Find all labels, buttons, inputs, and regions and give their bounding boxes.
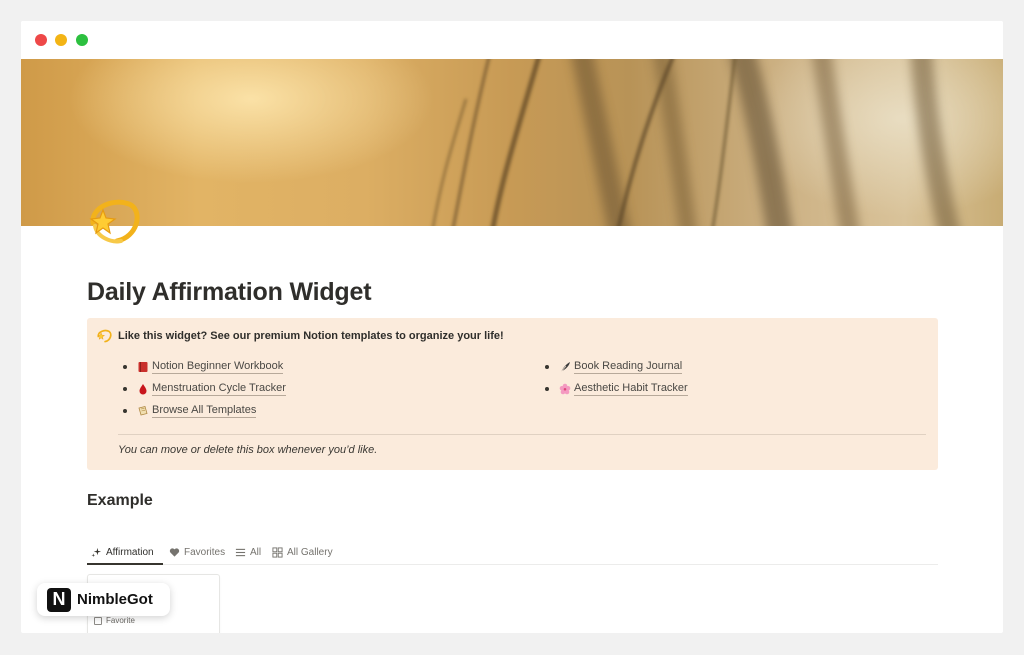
list-icon: [235, 548, 246, 556]
dizzy-star-icon: [97, 329, 112, 343]
tab-favorites[interactable]: Favorites: [169, 545, 225, 559]
favorite-checkbox[interactable]: [94, 616, 102, 625]
tab-label: All: [250, 546, 262, 558]
sparkles-icon: [91, 547, 102, 557]
link-browse-all-templates[interactable]: Browse All Templates: [123, 404, 257, 418]
link-notion-beginner-workbook[interactable]: Notion Beginner Workbook: [123, 360, 284, 374]
nimblegot-logo: N: [47, 587, 71, 612]
tab-label: Affirmation: [106, 546, 154, 558]
red-book-icon: [138, 362, 148, 372]
tab-all-gallery[interactable]: All Gallery: [272, 545, 333, 559]
scroll-icon: [138, 406, 148, 416]
tab-all[interactable]: All: [235, 545, 261, 559]
active-tab-indicator: [87, 563, 163, 565]
notion-window: Daily Affirmation Widget Like this widge…: [21, 21, 1003, 633]
tab-label: All Gallery: [287, 546, 333, 558]
promo-callout: Like this widget? See our premium Notion…: [87, 318, 938, 470]
bullet-dot: [123, 387, 127, 391]
callout-divider: [118, 434, 926, 435]
dizzy-star-icon[interactable]: [85, 193, 145, 253]
link-aesthetic-habit-tracker[interactable]: Aesthetic Habit Tracker: [545, 382, 688, 396]
nimblegot-brand-text: NimbleGot: [77, 591, 153, 608]
page-cover-image[interactable]: [21, 59, 1003, 226]
cherry-blossom-icon: [559, 383, 571, 395]
tab-label: Favorites: [184, 546, 226, 558]
close-window-button[interactable]: [35, 34, 47, 46]
link-menstruation-cycle-tracker[interactable]: Menstruation Cycle Tracker: [123, 382, 286, 396]
heart-icon: [169, 547, 180, 557]
link-book-reading-journal[interactable]: Book Reading Journal: [545, 360, 683, 374]
bullet-dot: [123, 409, 127, 413]
example-heading[interactable]: Example: [87, 492, 153, 510]
favorite-label: Favorite: [106, 616, 135, 625]
link-label: Browse All Templates: [152, 404, 257, 418]
database-view-tabs: Affirmation Favorites All All Gallery: [87, 541, 938, 565]
nimblegot-watermark-badge: N NimbleGot: [37, 583, 170, 616]
link-label: Book Reading Journal: [574, 360, 683, 374]
minimize-window-button[interactable]: [55, 34, 67, 46]
zoom-window-button[interactable]: [76, 34, 88, 46]
bullet-dot: [545, 365, 549, 369]
feather-icon: [560, 362, 570, 373]
bullet-dot: [545, 387, 549, 391]
drop-of-blood-icon: [139, 384, 147, 395]
callout-heading: Like this widget? See our premium Notion…: [118, 330, 504, 342]
bullet-dot: [123, 365, 127, 369]
link-label: Menstruation Cycle Tracker: [152, 382, 286, 396]
gallery-icon: [272, 546, 283, 558]
title-bar: [21, 21, 1003, 59]
favorite-property[interactable]: Favorite: [94, 616, 135, 625]
tab-affirmation[interactable]: Affirmation: [91, 545, 154, 559]
page-title[interactable]: Daily Affirmation Widget: [87, 278, 372, 307]
link-label: Notion Beginner Workbook: [152, 360, 284, 374]
callout-note: You can move or delete this box whenever…: [118, 444, 378, 456]
link-label: Aesthetic Habit Tracker: [574, 382, 688, 396]
